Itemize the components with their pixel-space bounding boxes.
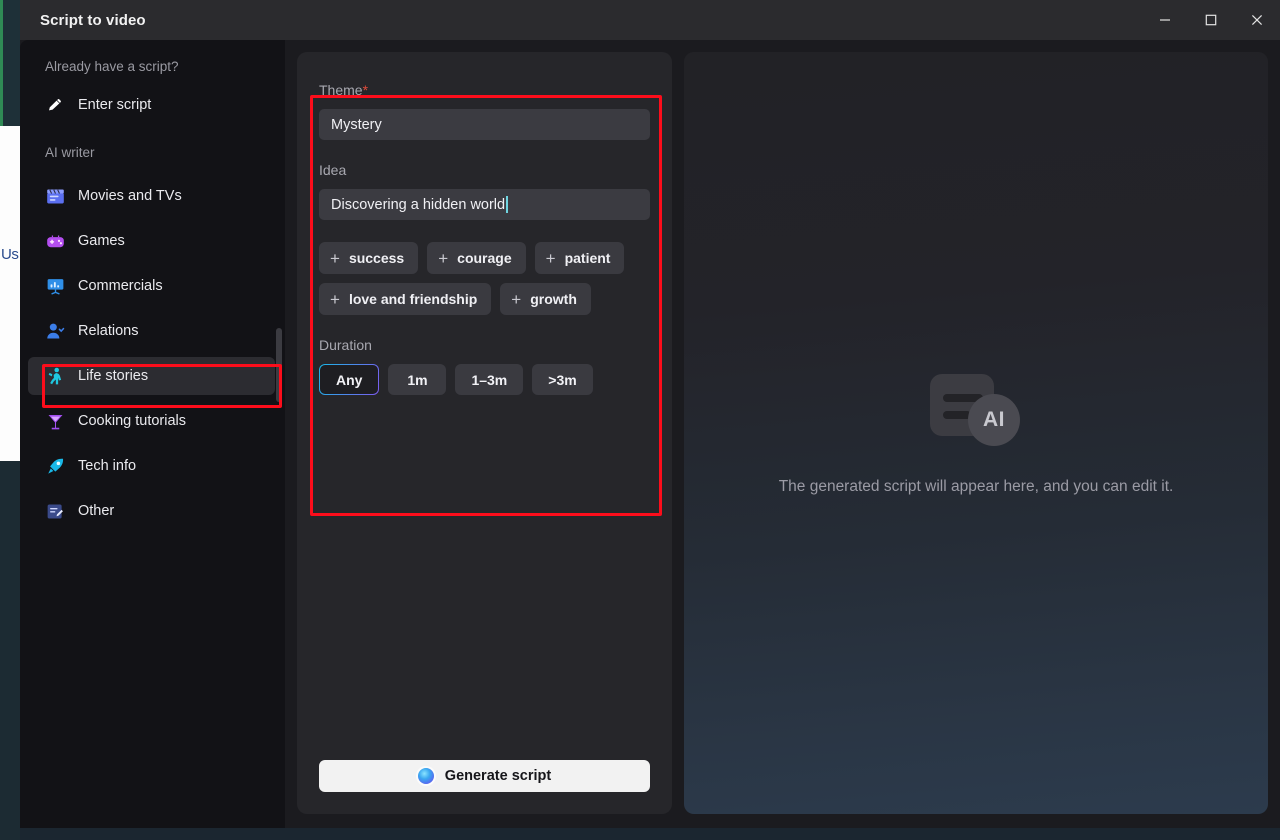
document-line-2: [943, 410, 971, 419]
duration-option-1m[interactable]: 1m: [388, 364, 447, 395]
plus-icon: +: [330, 289, 340, 309]
sidebar: Already have a script? Enter script AI w…: [20, 40, 285, 828]
duration-option-any[interactable]: Any: [319, 364, 379, 395]
idea-value: Discovering a hidden world: [331, 196, 506, 213]
title-bar[interactable]: Script to video: [20, 0, 1280, 40]
sidebar-item-games[interactable]: Games: [28, 222, 275, 260]
plus-icon: +: [511, 289, 522, 309]
sidebar-item-label: Cooking tutorials: [78, 413, 186, 429]
background-window-top: [0, 0, 22, 126]
note-edit-icon: [44, 500, 66, 522]
chip-love-and-friendship[interactable]: + love and friendship: [319, 283, 492, 315]
sidebar-item-label: Life stories: [78, 368, 149, 384]
sidebar-item-commercials[interactable]: Commercials: [28, 267, 275, 305]
idea-suggestion-chips: + success + courage + patient + love and…: [319, 242, 650, 315]
sidebar-item-relations[interactable]: Relations: [28, 312, 275, 350]
theme-label: Theme*: [319, 82, 650, 98]
sidebar-item-life-stories[interactable]: Life stories: [28, 357, 275, 395]
required-marker: *: [362, 82, 369, 98]
sidebar-item-tech-info[interactable]: Tech info: [28, 447, 275, 485]
generate-script-label: Generate script: [444, 768, 552, 784]
gamepad-icon: [44, 230, 66, 252]
sidebar-item-label: Other: [78, 503, 115, 519]
preview-placeholder-text: The generated script will appear here, a…: [778, 477, 1174, 495]
theme-value: Mystery: [331, 116, 382, 133]
duration-option-label: Any: [336, 371, 363, 388]
sidebar-item-cooking-tutorials[interactable]: Cooking tutorials: [28, 402, 275, 440]
generate-script-button[interactable]: Generate script: [319, 760, 650, 792]
duration-label: Duration: [319, 337, 372, 353]
close-button[interactable]: [1234, 0, 1280, 40]
cocktail-icon: [44, 410, 66, 432]
background-window-document: Us: [0, 126, 20, 461]
ai-badge-icon: AI: [968, 393, 1020, 446]
chip-courage[interactable]: + courage: [427, 242, 526, 274]
theme-input[interactable]: Mystery: [319, 109, 650, 140]
idea-label: Idea: [319, 162, 347, 178]
person-walk-icon: [44, 365, 66, 387]
maximize-button[interactable]: [1188, 0, 1234, 40]
chip-label: courage: [457, 250, 512, 266]
ai-script-placeholder-icon: AI: [930, 368, 1022, 448]
script-form-panel: Theme* Mystery Idea Discovering a hidden…: [297, 52, 672, 814]
duration-option-label: >3m: [548, 371, 577, 388]
chip-label: growth: [530, 291, 577, 307]
sidebar-heading-ai-writer: AI writer: [45, 145, 95, 160]
sidebar-item-label: Tech info: [78, 458, 137, 474]
minimize-icon: [1160, 19, 1170, 21]
plus-icon: +: [545, 248, 556, 268]
background-window-bottom: [0, 461, 20, 840]
minimize-button[interactable]: [1142, 0, 1188, 40]
chip-label: love and friendship: [348, 291, 478, 307]
ai-sphere-icon: [417, 768, 434, 784]
presentation-icon: [44, 275, 66, 297]
sidebar-item-label: Movies and TVs: [78, 188, 182, 204]
theme-label-text: Theme: [319, 82, 363, 98]
script-preview-panel[interactable]: AI The generated script will appear here…: [684, 52, 1268, 814]
plus-icon: +: [330, 248, 340, 268]
sidebar-item-enter-script[interactable]: Enter script: [28, 86, 275, 124]
people-icon: [44, 320, 66, 342]
text-caret: [506, 196, 508, 213]
duration-options: Any 1m 1–3m >3m: [319, 364, 650, 395]
chip-label: success: [348, 250, 405, 266]
sidebar-heading-script: Already have a script?: [45, 59, 179, 74]
chip-growth[interactable]: + growth: [500, 283, 591, 315]
window-body: Already have a script? Enter script AI w…: [20, 40, 1280, 828]
window-title: Script to video: [40, 11, 146, 29]
duration-option-over-3m[interactable]: >3m: [532, 364, 593, 395]
duration-option-1-3m[interactable]: 1–3m: [455, 364, 524, 395]
window-controls: [1142, 0, 1280, 40]
idea-input[interactable]: Discovering a hidden world: [319, 189, 650, 220]
duration-option-label: 1–3m: [471, 371, 508, 388]
rocket-icon: [44, 455, 66, 477]
sidebar-item-movies-and-tvs[interactable]: Movies and TVs: [28, 177, 275, 215]
sidebar-item-other[interactable]: Other: [28, 492, 275, 530]
script-to-video-window: Script to video Already have a script? E…: [20, 0, 1280, 828]
plus-icon: +: [438, 248, 449, 268]
duration-option-label: 1m: [407, 371, 428, 388]
chip-label: patient: [564, 250, 611, 266]
sidebar-item-label: Commercials: [78, 278, 163, 294]
chip-patient[interactable]: + patient: [534, 242, 625, 274]
maximize-icon: [1205, 14, 1217, 26]
background-window-text: Us: [1, 246, 19, 263]
chip-success[interactable]: + success: [319, 242, 419, 274]
sidebar-item-label: Enter script: [78, 97, 152, 113]
pencil-icon: [44, 94, 66, 116]
sidebar-item-label: Relations: [78, 323, 139, 339]
sidebar-scrollbar-thumb[interactable]: [276, 328, 282, 402]
clapperboard-icon: [44, 185, 66, 207]
close-icon: [1251, 14, 1263, 26]
sidebar-item-label: Games: [78, 233, 125, 249]
